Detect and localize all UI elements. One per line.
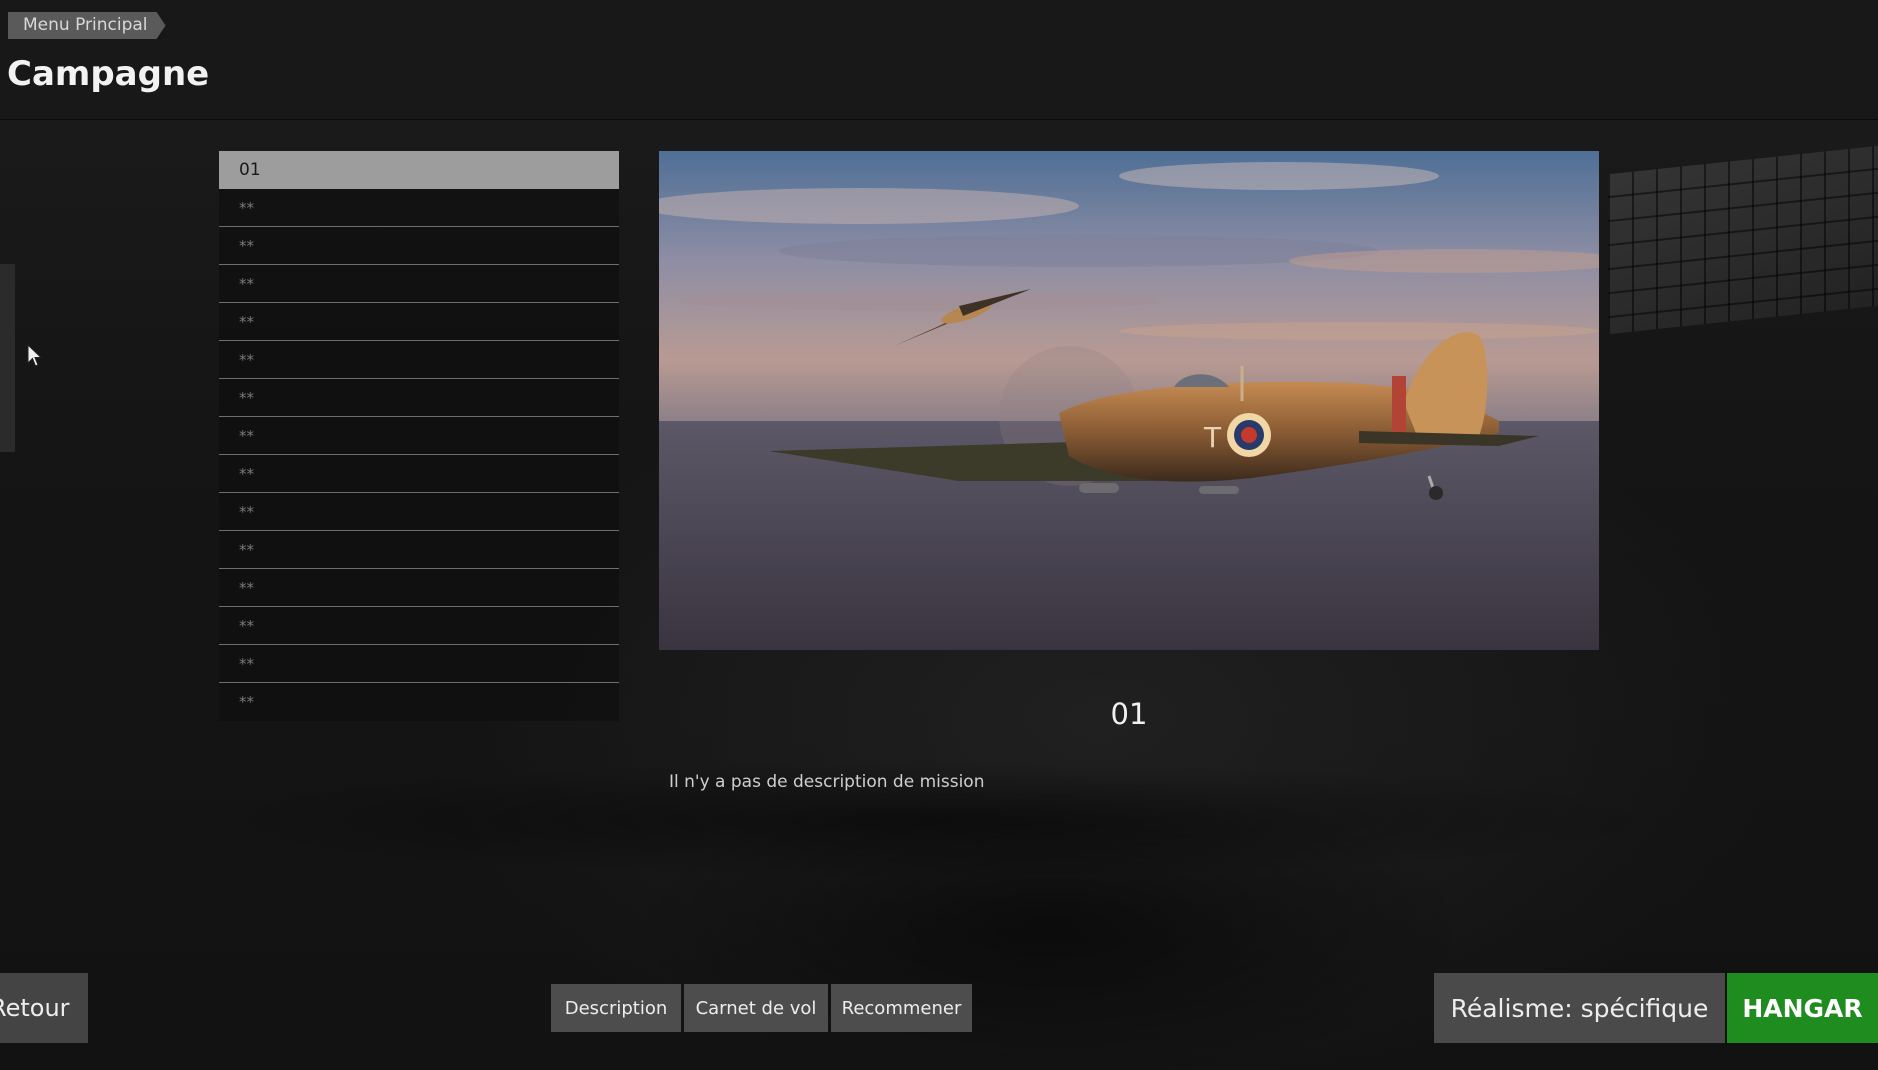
- mission-item[interactable]: **: [219, 683, 619, 721]
- mission-list: 01 ** ** ** ** ** ** ** ** ** ** ** ** *…: [219, 151, 619, 721]
- side-panel-tab[interactable]: [0, 264, 15, 452]
- hangar-window-background: [1608, 145, 1878, 335]
- mission-item[interactable]: 01: [219, 151, 619, 189]
- tab-description[interactable]: Description: [551, 984, 681, 1032]
- aircraft-scene-image: T: [659, 151, 1599, 650]
- mission-title: 01: [1110, 697, 1148, 731]
- back-button[interactable]: Retour: [0, 973, 88, 1043]
- mission-item[interactable]: **: [219, 607, 619, 645]
- svg-text:T: T: [1203, 421, 1222, 454]
- realism-button[interactable]: Réalisme: spécifique: [1434, 973, 1725, 1043]
- page-title: Campagne: [7, 54, 210, 94]
- mission-item[interactable]: **: [219, 455, 619, 493]
- mission-item[interactable]: **: [219, 227, 619, 265]
- mission-item[interactable]: **: [219, 379, 619, 417]
- mission-item[interactable]: **: [219, 189, 619, 227]
- back-button-label: Retour: [0, 994, 70, 1022]
- mission-item[interactable]: **: [219, 645, 619, 683]
- mission-preview-image: T: [659, 151, 1599, 650]
- breadcrumb-main-menu[interactable]: Menu Principal: [8, 12, 166, 39]
- header-bar: Menu Principal Campagne: [0, 0, 1878, 120]
- mission-description: Il n'y a pas de description de mission: [669, 772, 985, 792]
- mission-item[interactable]: **: [219, 341, 619, 379]
- mission-item[interactable]: **: [219, 265, 619, 303]
- tab-flight-log[interactable]: Carnet de vol: [684, 984, 828, 1032]
- hangar-button[interactable]: HANGAR: [1727, 973, 1878, 1043]
- mission-item[interactable]: **: [219, 493, 619, 531]
- mission-item[interactable]: **: [219, 569, 619, 607]
- mission-item[interactable]: **: [219, 531, 619, 569]
- mission-item[interactable]: **: [219, 417, 619, 455]
- mission-item[interactable]: **: [219, 303, 619, 341]
- tab-restart[interactable]: Recommener: [831, 984, 972, 1032]
